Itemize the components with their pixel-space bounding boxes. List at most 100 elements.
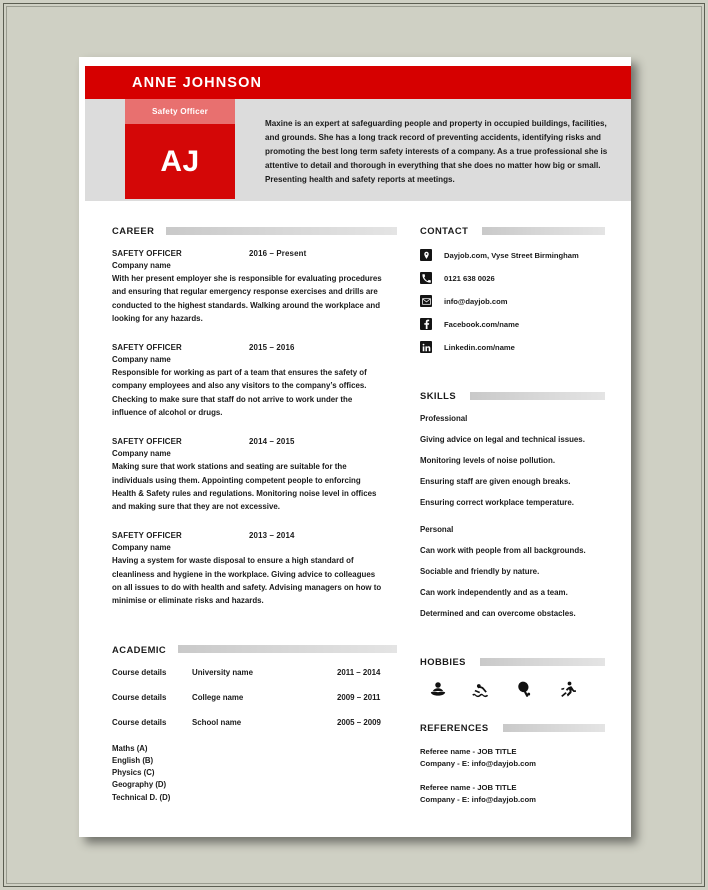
career-dates: 2013 – 2014 [249,531,295,541]
career-job-title: SAFETY OFFICER [112,249,182,258]
career-entry-head: SAFETY OFFICER 2014 – 2015 [112,437,397,446]
reading-icon [428,680,448,700]
section-rule [178,645,397,653]
reference-company-email: Company - E: info@dayjob.com [420,758,536,768]
career-dates: 2015 – 2016 [249,343,295,353]
skill-item: Can work independently and as a team. [420,588,568,597]
academic-course: Course details [112,717,167,727]
academic-dates: 2011 – 2014 [337,667,381,677]
grades-list: Maths (A) English (B) Physics (C) Geography… [112,743,397,805]
page-title: ANNE JOHNSON [132,74,263,91]
skill-item: Giving advice on legal and technical iss… [420,435,585,444]
skills-group-label: Personal [420,525,454,534]
academic-entry: Course details School name 2005 – 2009 [112,718,397,727]
career-company: Company name [112,449,171,459]
name-banner: ANNE JOHNSON [85,66,631,99]
skills-group-label: Professional [420,414,468,423]
reference-entry: Referee name - JOB TITLE Company - E: inf… [420,746,605,769]
academic-institution: School name [192,717,242,727]
hobby-icon-row [420,680,605,700]
location-pin-icon [420,249,432,261]
contact-value: info@dayjob.com [444,296,508,306]
contact-value: Dayjob.com, Vyse Street Birmingham [444,250,579,260]
career-entry: SAFETY OFFICER 2015 – 2016 Company name Res… [112,343,397,419]
career-company: Company name [112,355,171,365]
facebook-icon [420,318,432,330]
career-description: With her present employer she is respons… [112,274,382,323]
grade-item: Technical D. (D) [112,792,171,802]
career-dates: 2014 – 2015 [249,437,295,447]
running-icon [557,680,577,700]
academic-dates: 2009 – 2011 [337,692,381,702]
skill-item: Determined and can overcome obstacles. [420,609,576,618]
job-title-chip: Safety Officer [125,99,235,124]
career-description: Responsible for working as part of a tea… [112,368,367,417]
career-entry: SAFETY OFFICER 2014 – 2015 Company name Mak… [112,437,397,513]
grade-item: Geography (D) [112,780,167,790]
contact-value: 0121 638 0026 [444,273,495,283]
career-entry: SAFETY OFFICER 2013 – 2014 Company name Hav… [112,531,397,607]
career-list: SAFETY OFFICER 2016 – Present Company name… [112,249,397,608]
contact-list: Dayjob.com, Vyse Street Birmingham 0121 6… [420,249,605,353]
section-title: ACADEMIC [112,643,167,655]
section-rule [479,657,605,666]
academic-entry: Course details University name 2011 – 2014 [112,668,397,677]
profile-band: Safety Officer AJ Maxine is an expert at… [85,99,631,201]
section-title: HOBBIES [420,656,466,667]
job-title-text: Safety Officer [151,107,209,116]
career-job-title: SAFETY OFFICER [112,343,182,353]
contact-row[interactable]: info@dayjob.com [420,295,605,307]
section-header-skills: SKILLS [420,390,605,401]
career-entry-head: SAFETY OFFICER 2015 – 2016 [112,343,397,352]
grade-item: Maths (A) [112,743,148,753]
career-job-title: SAFETY OFFICER [112,437,182,447]
career-dates: 2016 – Present [249,249,307,258]
avatar: AJ [125,124,235,199]
contact-row[interactable]: Dayjob.com, Vyse Street Birmingham [420,249,605,261]
phone-icon [420,272,432,284]
references-list: Referee name - JOB TITLE Company - E: inf… [420,746,605,805]
linkedin-icon [420,341,432,353]
contact-value: Facebook.com/name [444,319,520,329]
career-entry: SAFETY OFFICER 2016 – Present Company name… [112,249,397,325]
academic-list: Course details University name 2011 – 2014… [112,668,397,727]
academic-entry: Course details College name 2009 – 2011 [112,693,397,702]
section-header-contact: CONTACT [420,225,605,236]
section-rule [502,723,605,732]
career-description: Having a system for waste disposal to en… [112,556,382,606]
contact-value: Linkedin.com/name [444,342,515,352]
section-rule [166,226,397,235]
contact-row[interactable]: Facebook.com/name [420,318,605,330]
reference-name-title: Referee name - JOB TITLE [420,783,517,793]
right-column: CONTACT Dayjob.com, Vyse Street Birmingh… [420,225,605,818]
left-column: CAREER SAFETY OFFICER 2016 – Present Compa… [112,225,397,804]
career-company: Company name [112,543,171,553]
section-title: CAREER [112,225,155,236]
envelope-icon [420,295,432,307]
contact-row[interactable]: 0121 638 0026 [420,272,605,284]
academic-dates: 2005 – 2009 [337,717,381,727]
monogram-initials: AJ [160,144,200,178]
career-job-title: SAFETY OFFICER [112,531,182,541]
reference-name-title: Referee name - JOB TITLE [420,747,517,756]
skill-item: Monitoring levels of noise pollution. [420,456,556,465]
grade-item: Physics (C) [112,768,155,778]
contact-row[interactable]: Linkedin.com/name [420,341,605,353]
section-title: SKILLS [420,390,457,401]
table-tennis-icon [514,680,534,700]
section-header-references: REFERENCES [420,722,605,733]
skills-list: Professional Giving advice on legal and t… [420,414,605,618]
section-title: CONTACT [420,225,469,236]
profile-summary: Maxine is an expert at safeguarding peop… [265,119,608,185]
career-company: Company name [112,261,171,270]
section-header-career: CAREER [112,225,397,236]
academic-course: Course details [112,667,167,677]
reference-entry: Referee name - JOB TITLE Company - E: inf… [420,782,605,805]
section-rule [470,391,605,400]
swimming-icon [471,680,491,700]
reference-company-email: Company - E: info@dayjob.com [420,794,536,804]
academic-course: Course details [112,692,167,702]
section-title: REFERENCES [420,722,489,733]
skill-item: Can work with people from all background… [420,546,586,555]
career-entry-head: SAFETY OFFICER 2013 – 2014 [112,531,397,540]
